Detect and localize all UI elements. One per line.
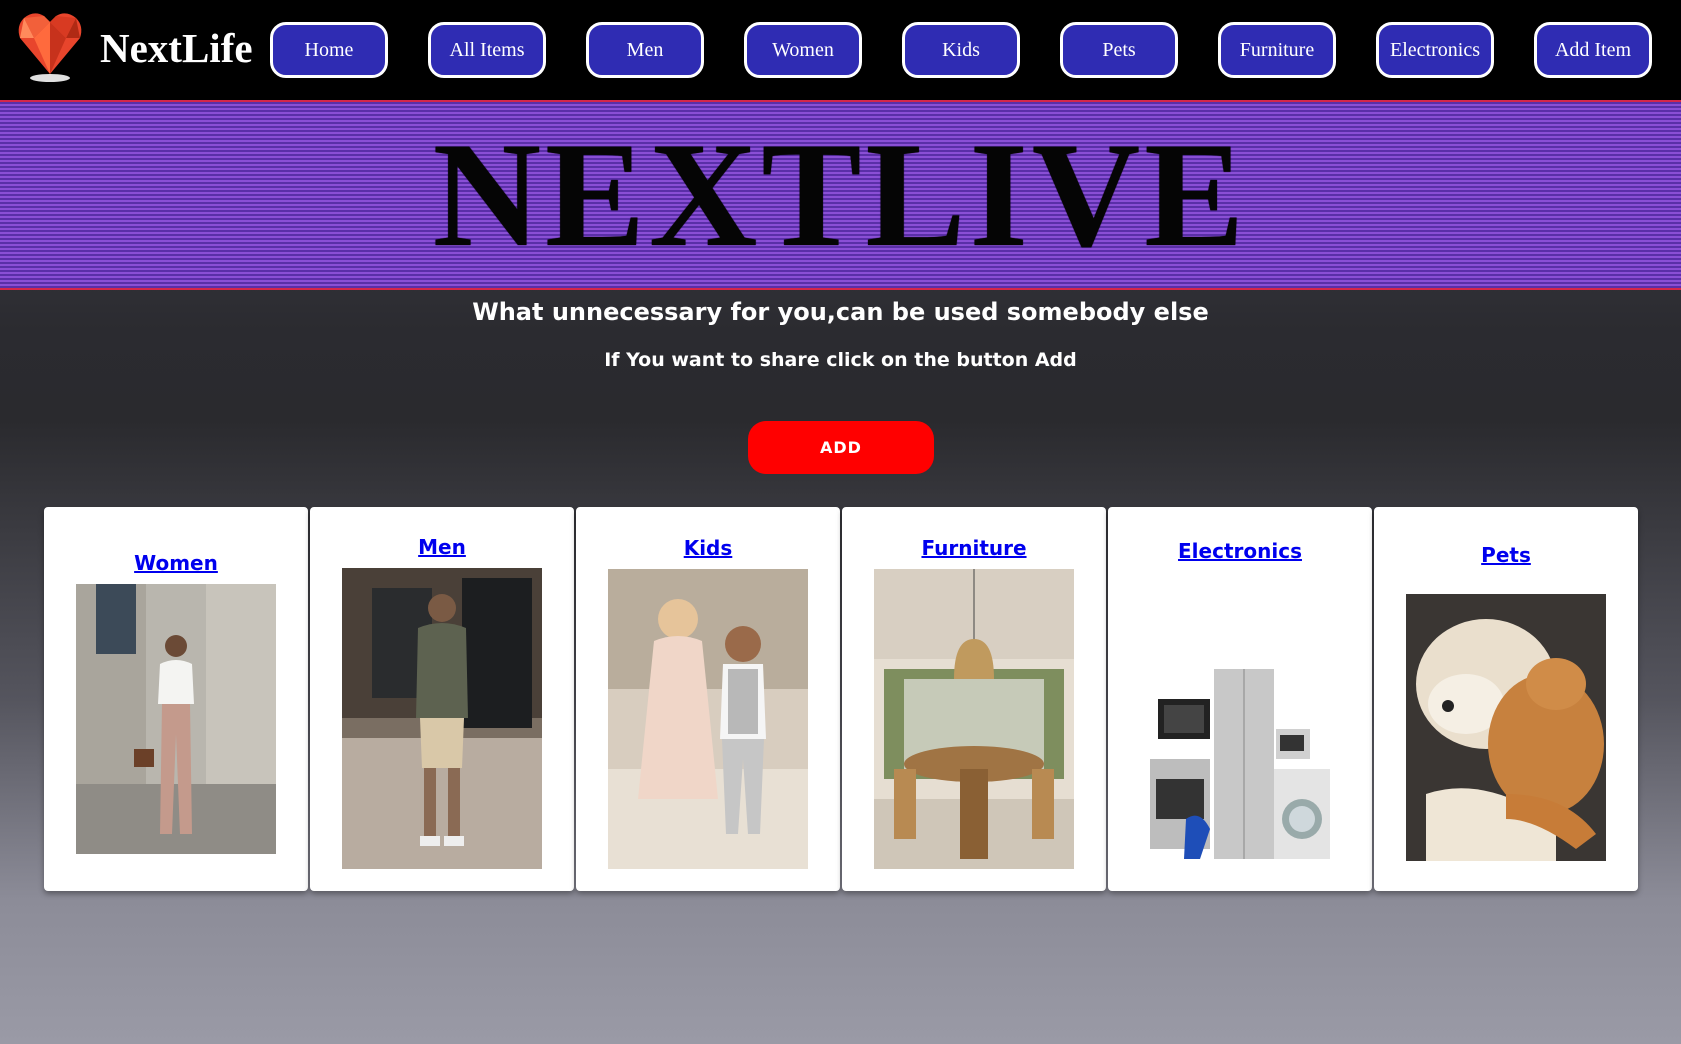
category-link-kids[interactable]: Kids: [576, 536, 840, 560]
category-link-furniture[interactable]: Furniture: [842, 536, 1106, 560]
nav-electronics-button[interactable]: Electronics: [1376, 22, 1494, 78]
category-link-pets[interactable]: Pets: [1374, 543, 1638, 567]
category-link-women[interactable]: Women: [44, 551, 308, 575]
nav-all-items-button[interactable]: All Items: [428, 22, 546, 78]
tagline: What unnecessary for you,can be used som…: [472, 298, 1209, 326]
nav-home-button[interactable]: Home: [270, 22, 388, 78]
nav-women-button[interactable]: Women: [744, 22, 862, 78]
top-navbar: NextLife Home All Items Men Women Kids P…: [0, 0, 1681, 100]
kids-category-image[interactable]: [608, 569, 808, 869]
category-card-furniture: Furniture: [842, 507, 1106, 891]
electronics-category-image[interactable]: [1140, 669, 1340, 869]
men-category-image[interactable]: [342, 568, 542, 869]
brand-name[interactable]: NextLife: [100, 24, 253, 72]
add-button[interactable]: ADD: [748, 421, 934, 474]
nav-furniture-button[interactable]: Furniture: [1218, 22, 1336, 78]
share-instructions: If You want to share click on the button…: [604, 349, 1077, 371]
nav-men-button[interactable]: Men: [586, 22, 704, 78]
category-card-electronics: Electronics: [1108, 507, 1372, 891]
hero-title: NEXTLIVE: [432, 112, 1249, 278]
women-category-image[interactable]: [76, 584, 276, 854]
nav-kids-button[interactable]: Kids: [902, 22, 1020, 78]
category-card-men: Men: [310, 507, 574, 891]
heart-gem-icon[interactable]: [14, 8, 90, 84]
category-card-pets: Pets: [1374, 507, 1638, 891]
category-card-women: Women: [44, 507, 308, 891]
pets-category-image[interactable]: [1406, 594, 1606, 861]
category-link-men[interactable]: Men: [310, 535, 574, 559]
furniture-category-image[interactable]: [874, 569, 1074, 869]
category-link-electronics[interactable]: Electronics: [1108, 539, 1372, 563]
category-card-kids: Kids: [576, 507, 840, 891]
nav-pets-button[interactable]: Pets: [1060, 22, 1178, 78]
nav-add-item-button[interactable]: Add Item: [1534, 22, 1652, 78]
hero-banner: NEXTLIVE: [0, 100, 1681, 290]
